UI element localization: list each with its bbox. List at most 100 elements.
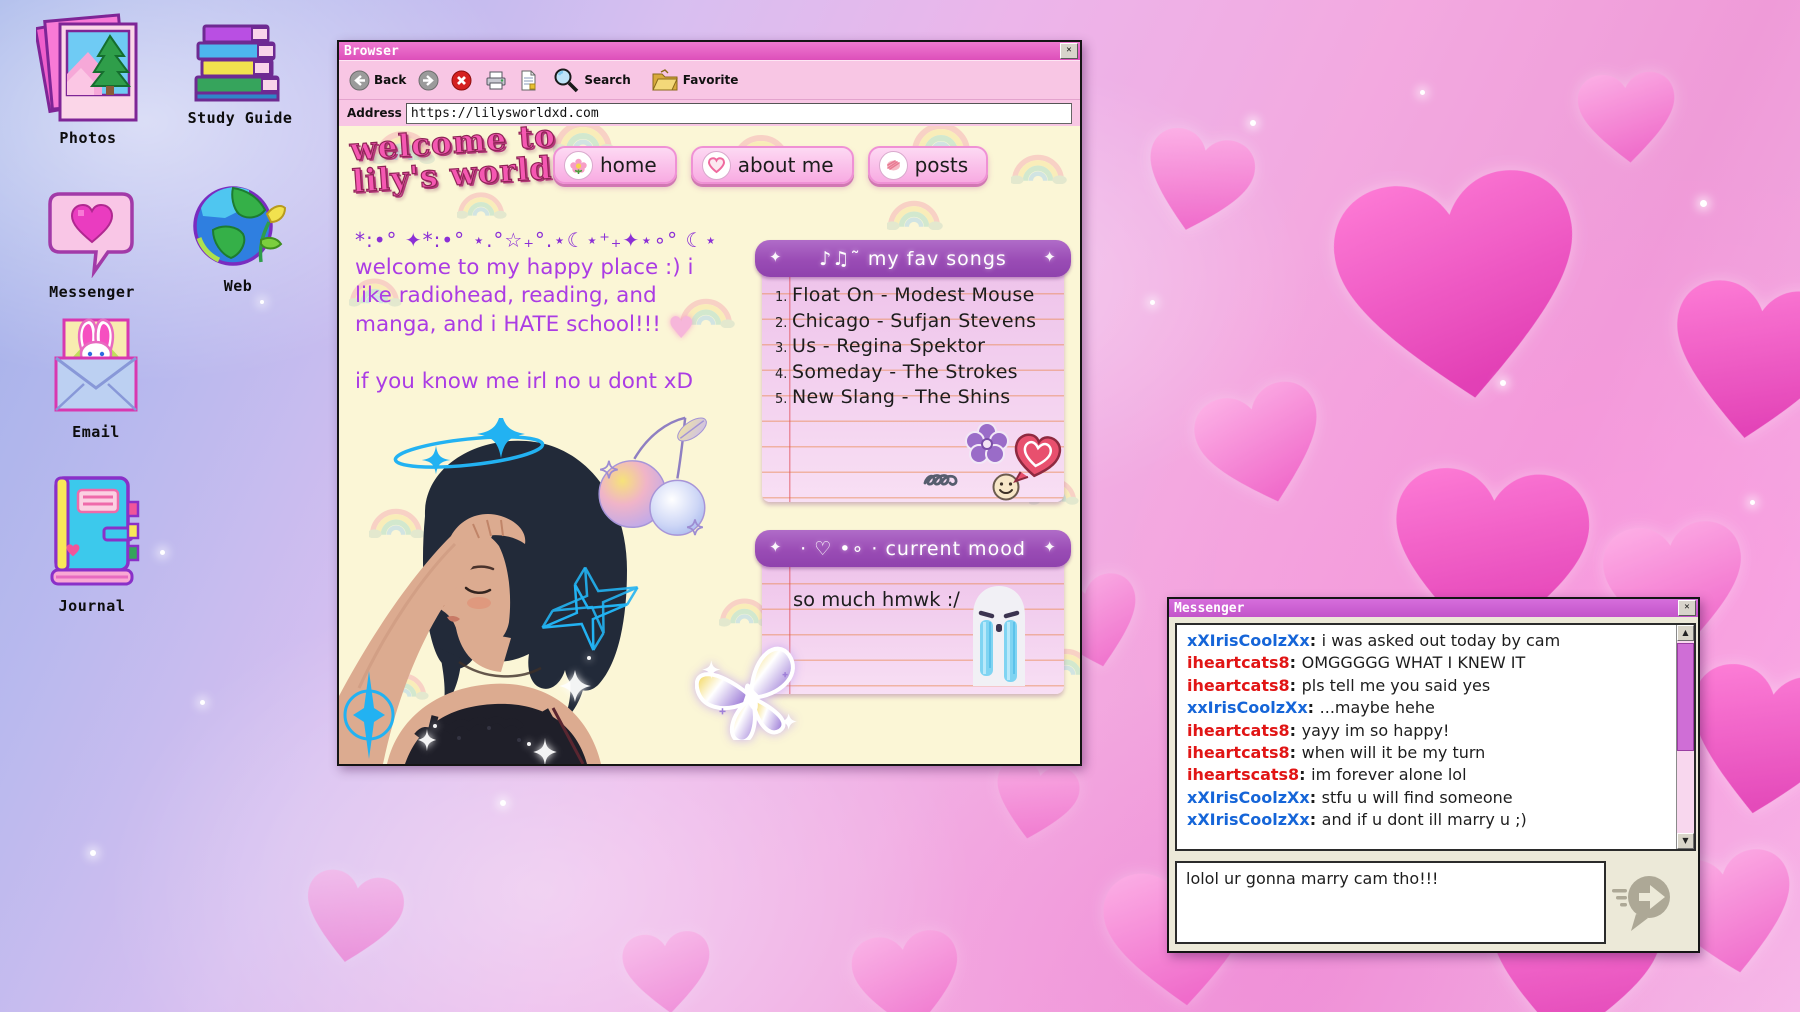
send-icon (1612, 867, 1672, 935)
chat-area: xXIrisCoolzXx: i was asked out today by … (1175, 623, 1696, 851)
song-item: 1.Float On - Modest Mouse (775, 284, 1063, 310)
flower-icon (564, 151, 593, 180)
chat-message: xXIrisCoolzXx: and if u dont ill marry u… (1187, 809, 1672, 831)
desktop-icon-email[interactable]: Email (36, 314, 156, 441)
mood-text: so much hmwk :/ (793, 588, 960, 611)
scroll-up-button[interactable]: ▲ (1677, 625, 1694, 641)
desktop-icon-photos[interactable]: Photos (28, 12, 148, 147)
desktop-icon-label: Study Guide (180, 109, 300, 127)
chat-message: iheartcats8: when will it be my turn (1187, 742, 1672, 764)
fav-songs-header: ♪♫˜ my fav songs (755, 240, 1071, 277)
chat-messages: xXIrisCoolzXx: i was asked out today by … (1187, 630, 1672, 847)
nav-posts-label: posts (915, 153, 969, 177)
current-mood-header: · ♡ •∘ · current mood (755, 530, 1071, 567)
desktop-icon-label: Messenger (32, 283, 152, 301)
chat-message: xXIrisCoolzXx: stfu u will find someone (1187, 787, 1672, 809)
fav-songs-panel: ♪♫˜ my fav songs 1.Float On - Modest Mou… (755, 240, 1071, 502)
chat-message: iheartcats8: OMGGGGG WHAT I KNEW IT (1187, 652, 1672, 674)
desktop: Photos Study Guide Messenger (0, 0, 1800, 1012)
address-input[interactable] (406, 103, 1072, 124)
browser-title: Browser (344, 44, 399, 59)
search-button[interactable]: Search (553, 67, 630, 94)
print-button[interactable] (484, 70, 508, 91)
scrollbar-thumb[interactable] (1677, 643, 1694, 751)
scribble-icon (879, 151, 908, 180)
chat-message: iheartcats8: pls tell me you said yes (1187, 675, 1672, 697)
browser-toolbar: Back Search Favorite (339, 60, 1080, 100)
page-title: welcome to lily's world (349, 126, 559, 198)
search-label: Search (584, 73, 630, 87)
butterfly-sticker (695, 646, 807, 740)
chat-bubble-heart-icon (46, 184, 138, 278)
back-label: Back (374, 73, 406, 87)
intro-text: welcome to my happy place :) i like radi… (355, 254, 709, 339)
desktop-icon-messenger[interactable]: Messenger (32, 184, 152, 301)
desktop-icon-label: Photos (28, 129, 148, 147)
rainbow-icon (887, 198, 945, 230)
desktop-icon-label: Web (178, 277, 298, 295)
chat-input[interactable]: lolol ur gonna marry cam tho!!! (1175, 861, 1606, 944)
chat-message: iheartscats8: im forever alone lol (1187, 764, 1672, 786)
flower-doodle (963, 420, 1011, 468)
desktop-icon-study-guide[interactable]: Study Guide (180, 22, 300, 127)
desktop-icon-label: Email (36, 423, 156, 441)
nav-home-button[interactable]: home (553, 146, 677, 184)
messenger-title: Messenger (1174, 601, 1244, 616)
cherries-sticker (591, 408, 709, 540)
chat-message: xxIrisCoolzXx: ...maybe hehe (1187, 697, 1672, 719)
nav-about-button[interactable]: about me (691, 146, 854, 184)
stop-button[interactable] (451, 70, 472, 91)
browser-window: Browser ✕ Back Search (337, 40, 1082, 766)
heart-icon: ♥ (668, 311, 695, 346)
messenger-close-button[interactable]: ✕ (1678, 600, 1696, 616)
books-icon (190, 22, 290, 104)
songs-list: 1.Float On - Modest Mouse2.Chicago - Suf… (775, 284, 1063, 412)
site-nav: home about me posts (553, 146, 988, 184)
forward-button[interactable] (418, 70, 439, 91)
favorite-button[interactable]: Favorite (651, 69, 739, 92)
send-button[interactable] (1612, 867, 1672, 935)
chat-message: iheartcats8: yayy im so happy! (1187, 720, 1672, 742)
back-button[interactable]: Back (349, 70, 406, 91)
song-item: 2.Chicago - Sufjan Stevens (775, 310, 1063, 336)
folder-icon (651, 69, 679, 92)
heart-icon (702, 151, 731, 180)
photos-icon (36, 12, 140, 124)
search-icon (553, 67, 580, 94)
desktop-icon-web[interactable]: Web (178, 178, 298, 295)
back-icon (349, 70, 370, 91)
globe-icon (189, 178, 287, 272)
nav-posts-button[interactable]: posts (868, 146, 989, 184)
messenger-window: Messenger ✕ xXIrisCoolzXx: i was asked o… (1167, 597, 1700, 953)
desktop-icon-label: Journal (32, 597, 152, 615)
envelope-bunny-icon (48, 314, 144, 418)
song-item: 5.New Slang - The Shins (775, 386, 1063, 412)
crying-ghost-sticker (967, 580, 1031, 688)
rainbow-icon (1011, 152, 1069, 184)
scroll-down-button[interactable]: ▼ (1677, 833, 1694, 849)
webpage: welcome to lily's world home about me (339, 126, 1080, 764)
document-icon (520, 70, 537, 91)
printer-icon (484, 70, 508, 91)
nav-home-label: home (600, 153, 657, 177)
squiggle-doodle (923, 470, 975, 492)
favorite-label: Favorite (683, 73, 739, 87)
browser-titlebar[interactable]: Browser ✕ (339, 42, 1080, 60)
song-item: 3.Us - Regina Spektor (775, 335, 1063, 361)
messenger-titlebar[interactable]: Messenger ✕ (1169, 599, 1698, 617)
secondary-text: if you know me irl no u dont xD (355, 369, 693, 394)
address-label: Address (347, 106, 402, 120)
notebook-icon (40, 472, 144, 592)
forward-icon (418, 70, 439, 91)
desktop-icon-journal[interactable]: Journal (32, 472, 152, 615)
chat-message: xXIrisCoolzXx: i was asked out today by … (1187, 630, 1672, 652)
sparkle-decoration: *:•° ✦*:•° ⋆.°☆₊°.⋆☾⋆⁺₊✦⋆∘° ☾⋆ (355, 228, 718, 252)
new-page-button[interactable] (520, 70, 537, 91)
rainbow-icon (457, 190, 508, 219)
stop-icon (451, 70, 472, 91)
nav-about-label: about me (738, 153, 834, 177)
song-item: 4.Someday - The Strokes (775, 361, 1063, 387)
browser-close-button[interactable]: ✕ (1060, 43, 1078, 59)
heart-bubble-doodle (1009, 430, 1065, 486)
chat-scrollbar[interactable]: ▲ ▼ (1676, 625, 1694, 849)
